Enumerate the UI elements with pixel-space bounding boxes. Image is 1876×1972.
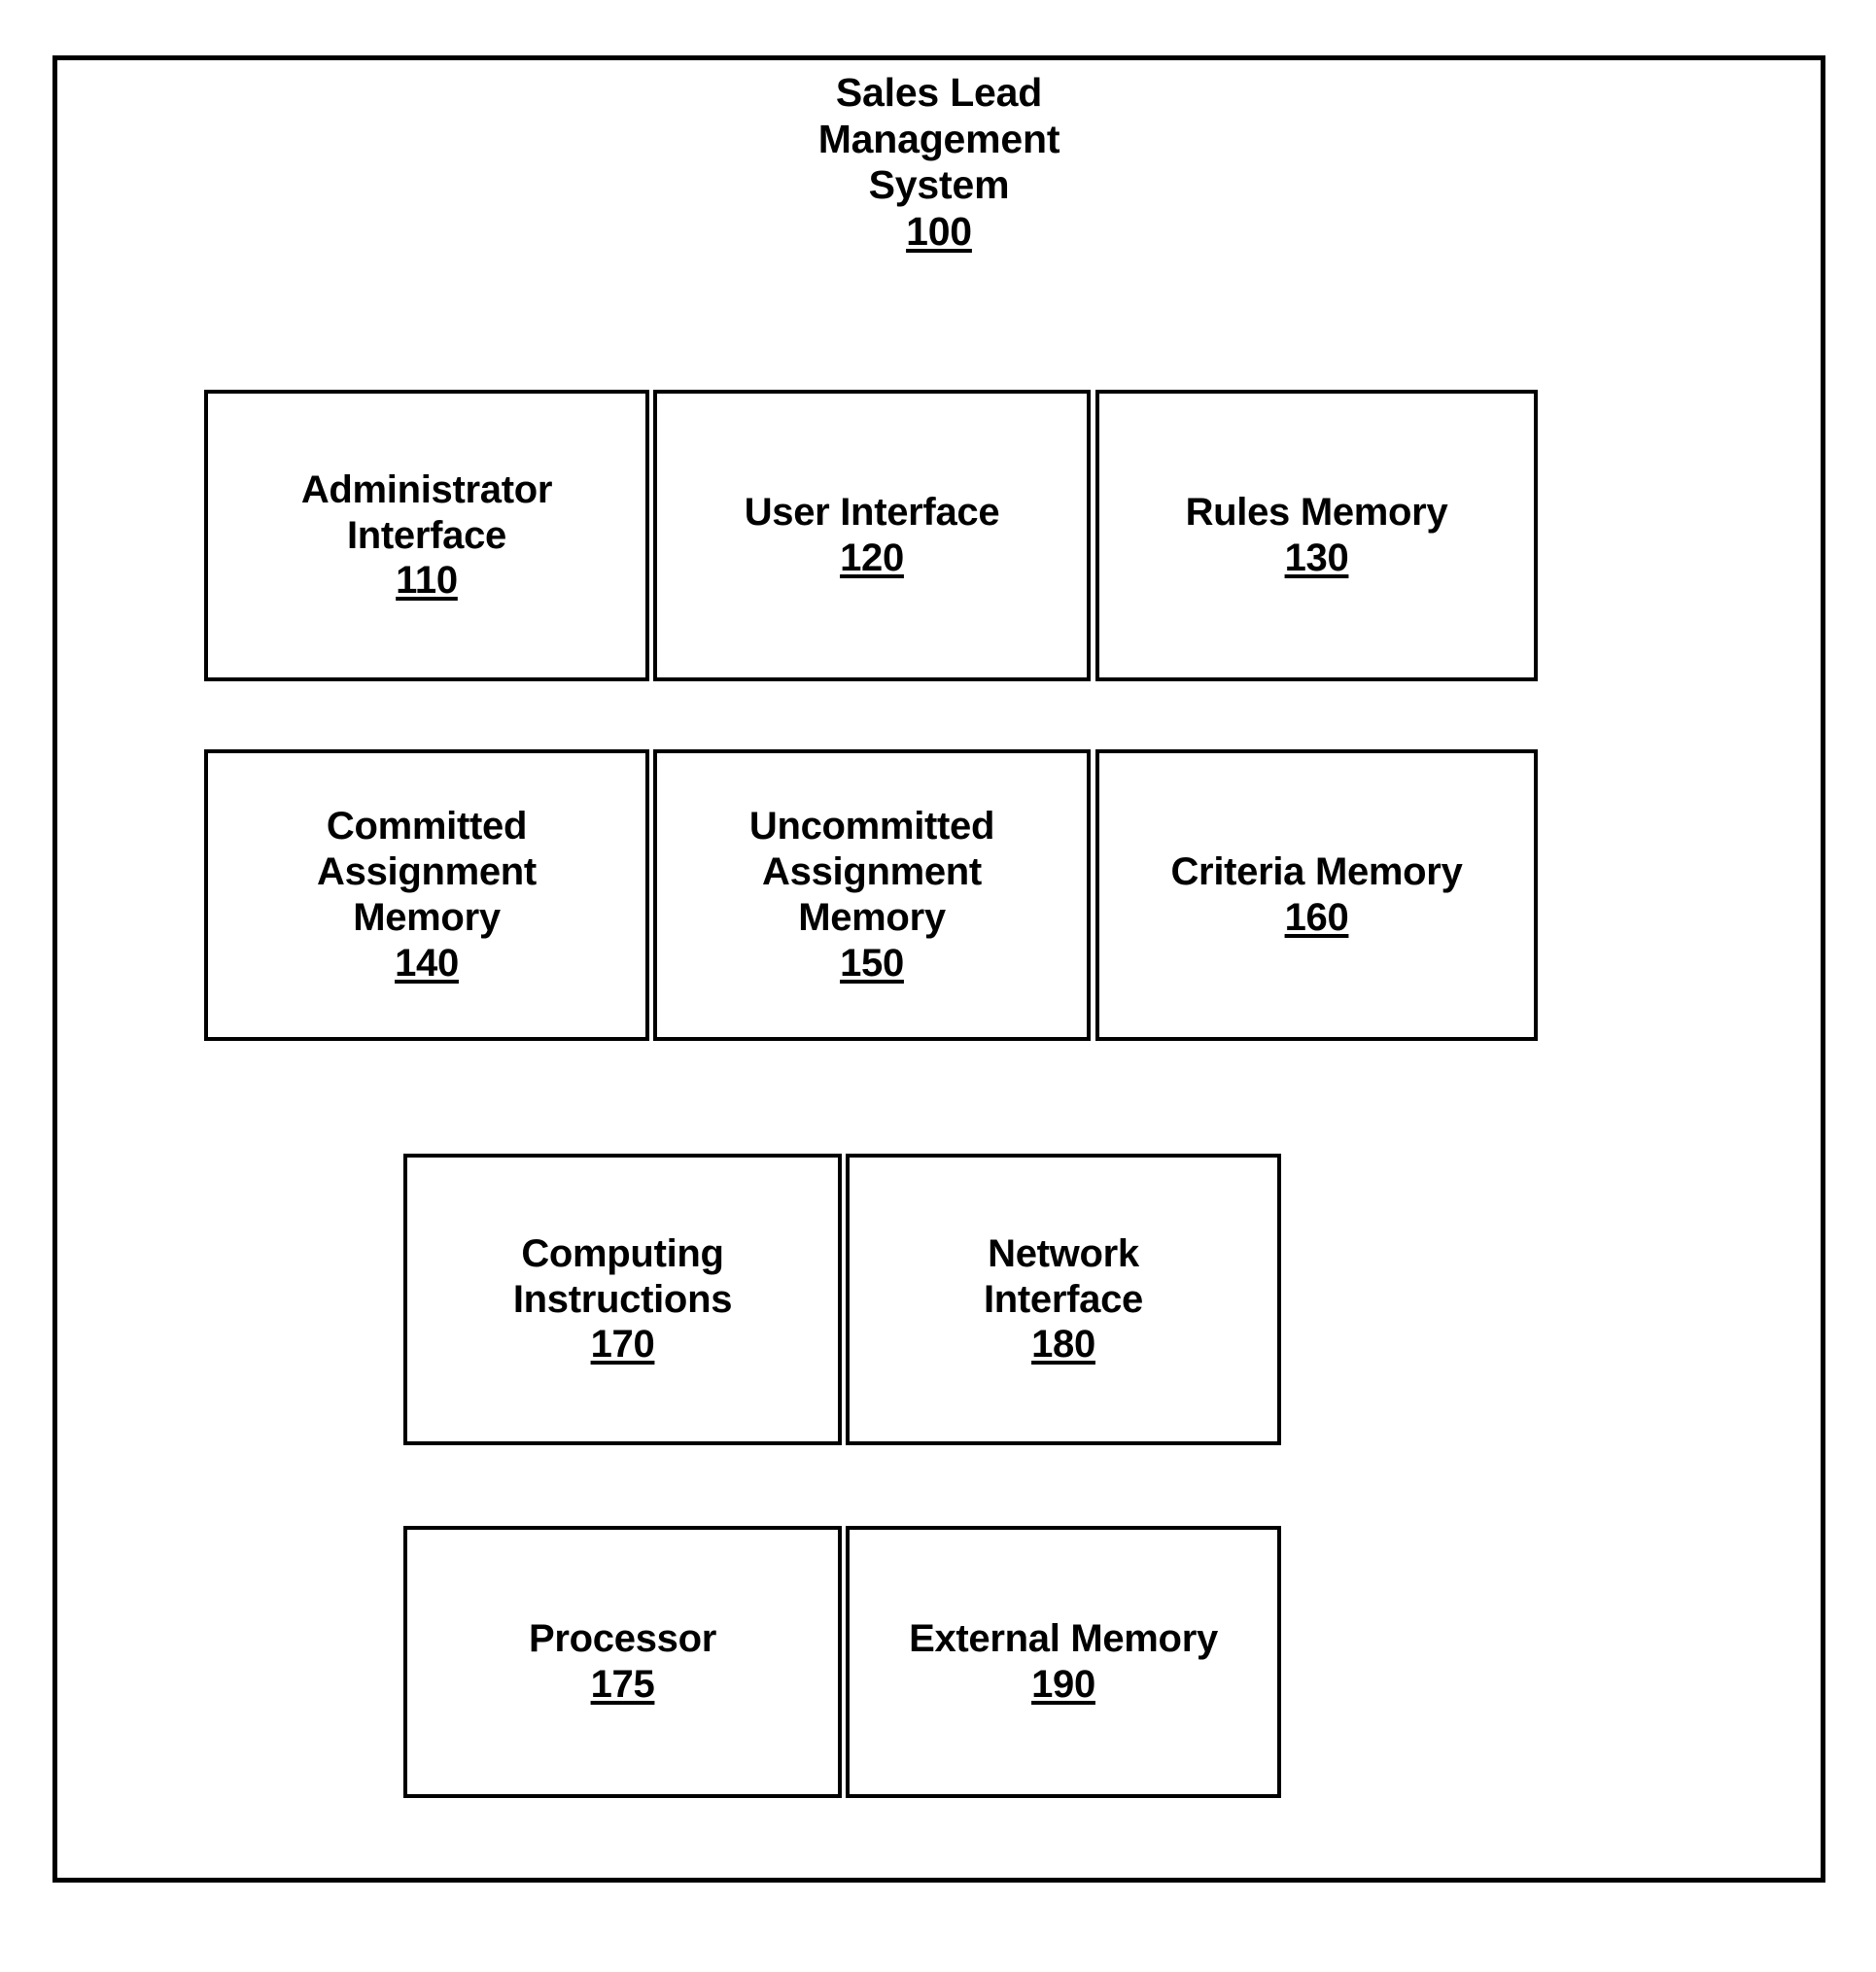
system-title-block: Sales Lead Management System 100 bbox=[57, 70, 1821, 255]
component-label-processor: Processor bbox=[529, 1617, 716, 1661]
component-label-uncommitted-assignment-memory: Uncommitted Assignment Memory bbox=[748, 805, 995, 939]
component-reference-numeral-140: 140 bbox=[395, 941, 459, 985]
component-box-computing-instructions: Computing Instructions 170 bbox=[403, 1154, 842, 1445]
component-label-user-interface: User Interface bbox=[744, 491, 1000, 535]
component-reference-numeral-190: 190 bbox=[1031, 1663, 1095, 1706]
component-box-user-interface: User Interface 120 bbox=[653, 390, 1091, 681]
component-label-administrator-interface: Administrator Interface bbox=[300, 467, 553, 557]
component-box-processor: Processor 175 bbox=[403, 1526, 842, 1798]
component-box-uncommitted-assignment-memory: Uncommitted Assignment Memory 150 bbox=[653, 749, 1091, 1041]
component-box-committed-assignment-memory: Committed Assignment Memory 140 bbox=[204, 749, 649, 1041]
component-reference-numeral-150: 150 bbox=[840, 941, 904, 985]
component-box-criteria-memory: Criteria Memory 160 bbox=[1095, 749, 1538, 1041]
patent-figure-page: Sales Lead Management System 100 Adminis… bbox=[0, 0, 1876, 1972]
component-reference-numeral-180: 180 bbox=[1031, 1323, 1095, 1367]
system-title-line-2: Management bbox=[817, 116, 1060, 161]
component-label-network-interface: Network Interface bbox=[983, 1231, 1144, 1321]
component-label-committed-assignment-memory: Committed Assignment Memory bbox=[317, 805, 537, 939]
component-box-network-interface: Network Interface 180 bbox=[846, 1154, 1281, 1445]
component-reference-numeral-160: 160 bbox=[1284, 896, 1349, 939]
component-label-criteria-memory: Criteria Memory bbox=[1170, 850, 1463, 894]
component-reference-numeral-110: 110 bbox=[396, 559, 458, 603]
system-reference-numeral: 100 bbox=[906, 208, 972, 254]
system-title-line-1: Sales Lead bbox=[835, 70, 1043, 115]
component-box-administrator-interface: Administrator Interface 110 bbox=[204, 390, 649, 681]
component-label-external-memory: External Memory bbox=[909, 1617, 1218, 1661]
system-title-line-3: System bbox=[868, 162, 1010, 208]
component-label-rules-memory: Rules Memory bbox=[1185, 491, 1448, 535]
component-box-external-memory: External Memory 190 bbox=[846, 1526, 1281, 1798]
component-reference-numeral-170: 170 bbox=[590, 1323, 655, 1367]
component-label-computing-instructions: Computing Instructions bbox=[512, 1231, 733, 1321]
component-reference-numeral-130: 130 bbox=[1284, 536, 1349, 579]
component-box-rules-memory: Rules Memory 130 bbox=[1095, 390, 1538, 681]
sales-lead-management-system-container: Sales Lead Management System 100 Adminis… bbox=[52, 55, 1825, 1883]
component-reference-numeral-175: 175 bbox=[590, 1663, 655, 1706]
component-reference-numeral-120: 120 bbox=[840, 536, 904, 579]
